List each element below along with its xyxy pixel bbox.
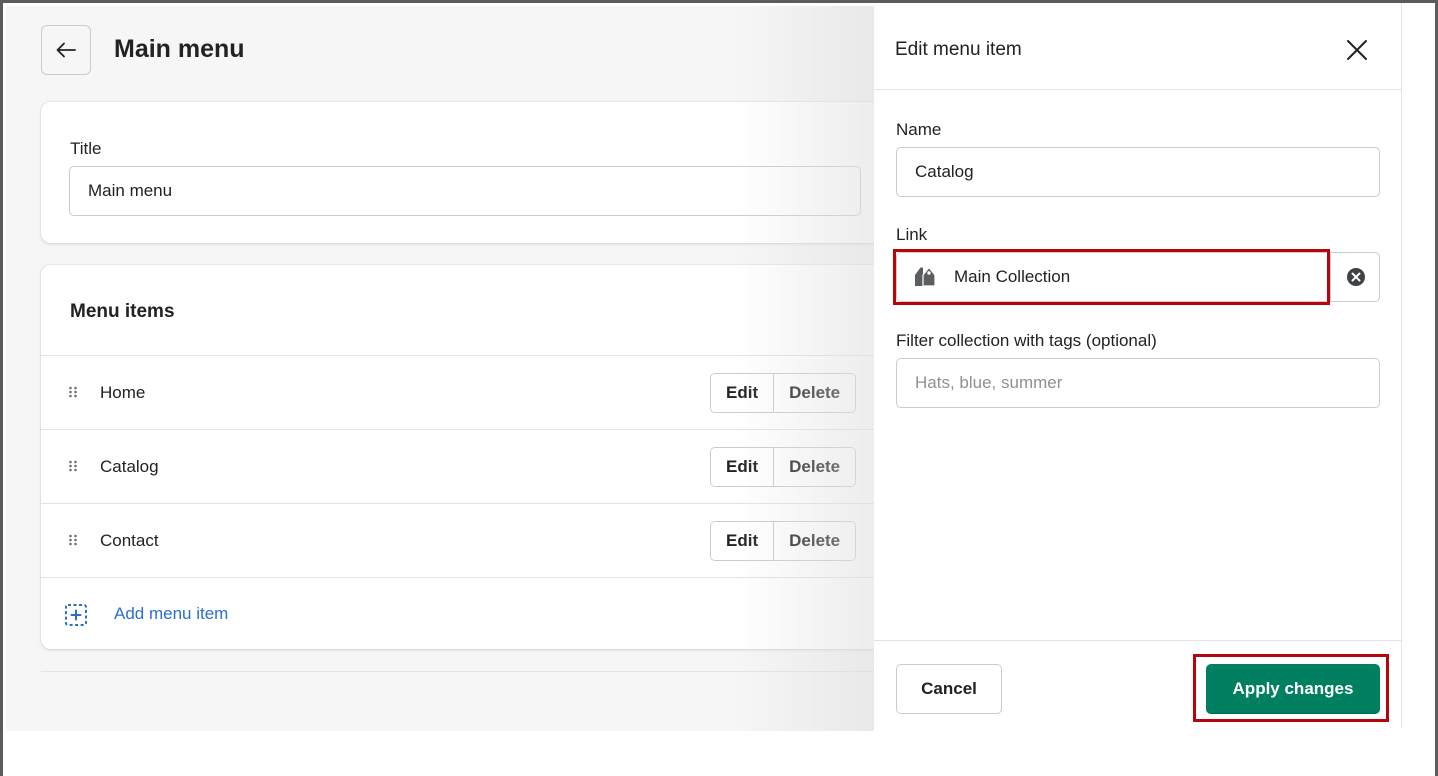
menu-item-label: Contact xyxy=(100,531,159,550)
menu-item-row-catalog: Catalog Edit Delete xyxy=(41,429,874,503)
panel-title: Edit menu item xyxy=(895,39,1022,60)
row-actions: Edit Delete xyxy=(710,373,857,413)
row-actions: Edit Delete xyxy=(710,521,857,561)
link-label: Link xyxy=(896,225,928,244)
name-input-value: Catalog xyxy=(915,162,974,181)
footer-divider xyxy=(41,671,874,672)
back-button[interactable] xyxy=(41,25,91,75)
main-content: Main menu Title Main menu Menu items Hom… xyxy=(6,6,874,731)
link-value: Main Collection xyxy=(954,267,1071,286)
panel-footer-divider xyxy=(874,640,1401,641)
edit-button[interactable]: Edit xyxy=(711,522,774,560)
arrow-left-icon xyxy=(56,42,76,58)
filter-tags-label: Filter collection with tags (optional) xyxy=(896,331,1157,350)
close-icon xyxy=(1347,40,1367,60)
panel-header-divider xyxy=(874,89,1401,90)
delete-button[interactable]: Delete xyxy=(773,374,856,412)
add-menu-item-link[interactable]: Add menu item xyxy=(41,577,874,649)
close-button[interactable] xyxy=(1341,34,1373,66)
collection-tag-icon xyxy=(915,266,936,287)
link-input[interactable]: Main Collection xyxy=(896,252,1380,302)
apply-changes-button[interactable]: Apply changes xyxy=(1206,664,1380,714)
menu-item-label: Catalog xyxy=(100,457,159,476)
menu-items-heading: Menu items xyxy=(70,301,175,322)
edit-menu-item-panel: Edit menu item Name Catalog Link Main Co… xyxy=(874,6,1401,731)
menu-item-label: Home xyxy=(100,383,146,402)
menu-item-row-contact: Contact Edit Delete xyxy=(41,503,874,577)
delete-button[interactable]: Delete xyxy=(773,448,856,486)
name-label: Name xyxy=(896,120,942,139)
row-actions: Edit Delete xyxy=(710,447,857,487)
circle-x-icon xyxy=(1346,268,1365,286)
edit-button[interactable]: Edit xyxy=(711,448,774,486)
title-input-value: Main menu xyxy=(88,181,173,200)
drag-handle-icon[interactable] xyxy=(68,384,78,400)
filter-tags-placeholder: Hats, blue, summer xyxy=(915,373,1063,392)
menu-items-card: Menu items Home Edit Delete Catalog Edit… xyxy=(41,265,874,649)
panel-right-edge xyxy=(1401,3,1402,728)
title-label: Title xyxy=(70,139,102,158)
drag-handle-icon[interactable] xyxy=(68,458,78,474)
window-frame: Main menu Title Main menu Menu items Hom… xyxy=(0,0,1438,776)
name-input[interactable]: Catalog xyxy=(896,147,1380,197)
title-card: Title Main menu xyxy=(41,102,874,243)
drag-handle-icon[interactable] xyxy=(68,532,78,548)
title-input[interactable]: Main menu xyxy=(69,166,861,216)
delete-button[interactable]: Delete xyxy=(773,522,856,560)
cancel-button[interactable]: Cancel xyxy=(896,664,1002,714)
add-plus-dashed-icon xyxy=(65,604,87,626)
menu-item-row-home: Home Edit Delete xyxy=(41,355,874,429)
add-menu-item-label: Add menu item xyxy=(114,604,229,623)
clear-link-button[interactable] xyxy=(1330,253,1380,301)
page-title: Main menu xyxy=(114,35,245,63)
edit-button[interactable]: Edit xyxy=(711,374,774,412)
filter-tags-input[interactable]: Hats, blue, summer xyxy=(896,358,1380,408)
